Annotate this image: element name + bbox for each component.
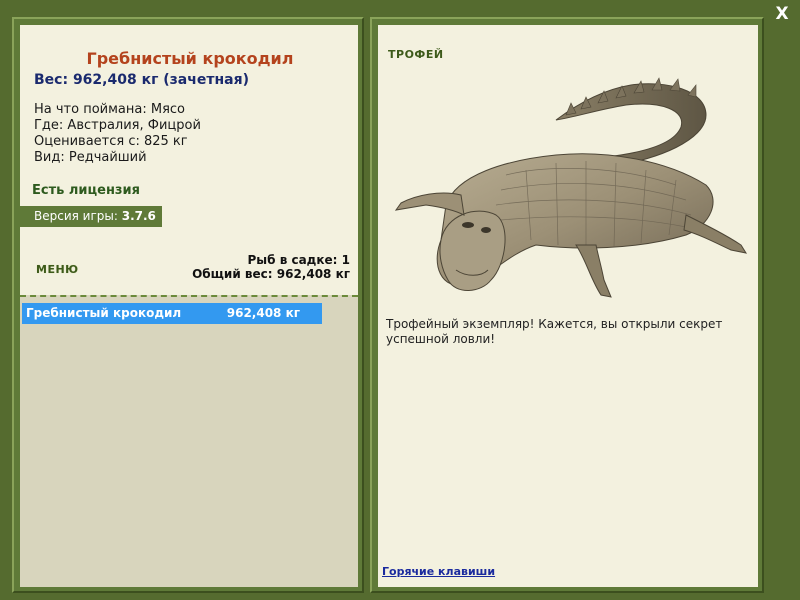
menu-button[interactable]: МЕНЮ	[36, 263, 79, 276]
game-version-bar: Версия игры: 3.7.6	[20, 206, 162, 227]
trophy-panel: ТРОФЕЙ Трофейный экземпляр! Кажется, вы …	[378, 25, 758, 587]
version-label: Версия игры:	[34, 209, 118, 223]
trophy-label: ТРОФЕЙ	[388, 48, 444, 61]
cage-total-weight: Общий вес: 962,408 кг	[192, 267, 350, 281]
hotkeys-link[interactable]: Горячие клавиши	[382, 565, 495, 578]
rarity-info: Вид: Редчайший	[34, 150, 147, 165]
list-item-weight: 962,408 кг	[226, 306, 300, 320]
trophy-description: Трофейный экземпляр! Кажется, вы открыли…	[386, 317, 723, 346]
list-item-selected[interactable]: Гребнистый крокодил 962,408 кг	[22, 303, 322, 324]
fish-info-frame: Гребнистый крокодил Вес: 962,408 кг (зач…	[12, 17, 364, 593]
location-info: Где: Австралия, Фицрой	[34, 118, 201, 133]
fish-info-panel: Гребнистый крокодил Вес: 962,408 кг (зач…	[20, 25, 358, 587]
fish-list: Гребнистый крокодил 962,408 кг	[20, 295, 358, 587]
trophy-frame: ТРОФЕЙ Трофейный экземпляр! Кажется, вы …	[370, 17, 764, 593]
list-item-name: Гребнистый крокодил	[26, 306, 182, 320]
valued-from-info: Оценивается с: 825 кг	[34, 134, 188, 149]
version-value: 3.7.6	[121, 209, 156, 223]
fish-title: Гребнистый крокодил	[86, 49, 294, 68]
close-button[interactable]: X	[772, 4, 792, 24]
crocodile-image	[394, 77, 748, 298]
license-status: Есть лицензия	[32, 183, 140, 198]
bait-info: На что поймана: Мясо	[34, 102, 186, 117]
cage-fish-count: Рыб в садке: 1	[247, 253, 351, 267]
fish-weight: Вес: 962,408 кг (зачетная)	[34, 72, 249, 88]
